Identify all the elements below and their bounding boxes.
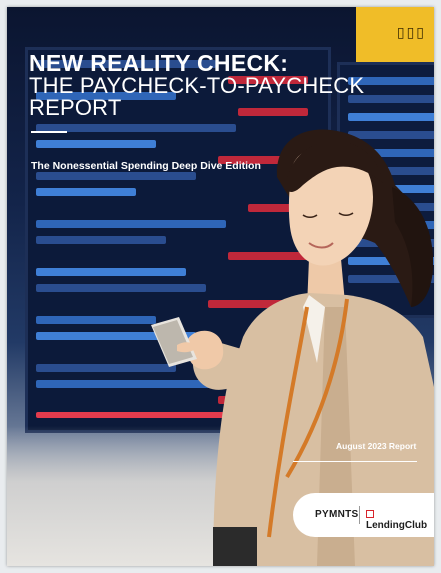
lendingclub-icon bbox=[366, 510, 374, 518]
pymnts-logo: PYMNTS bbox=[315, 509, 359, 520]
report-title-line-2: THE PAYCHECK-TO-PAYCHECK REPORT bbox=[29, 73, 365, 120]
partner-logos: PYMNTS LendingClub bbox=[293, 493, 434, 537]
logo-divider bbox=[359, 506, 360, 524]
title-rule bbox=[31, 131, 67, 133]
lendingclub-logo-text: LendingClub bbox=[366, 520, 428, 531]
report-cover: ▯▯▯ NEW REALITY CHECK: THE PAYCHECK-TO-P… bbox=[7, 7, 434, 566]
report-date: August 2023 Report bbox=[336, 441, 417, 451]
report-subtitle: The Nonessential Spending Deep Dive Edit… bbox=[31, 160, 261, 172]
lendingclub-logo: LendingClub bbox=[366, 509, 434, 531]
date-rule bbox=[293, 461, 417, 462]
